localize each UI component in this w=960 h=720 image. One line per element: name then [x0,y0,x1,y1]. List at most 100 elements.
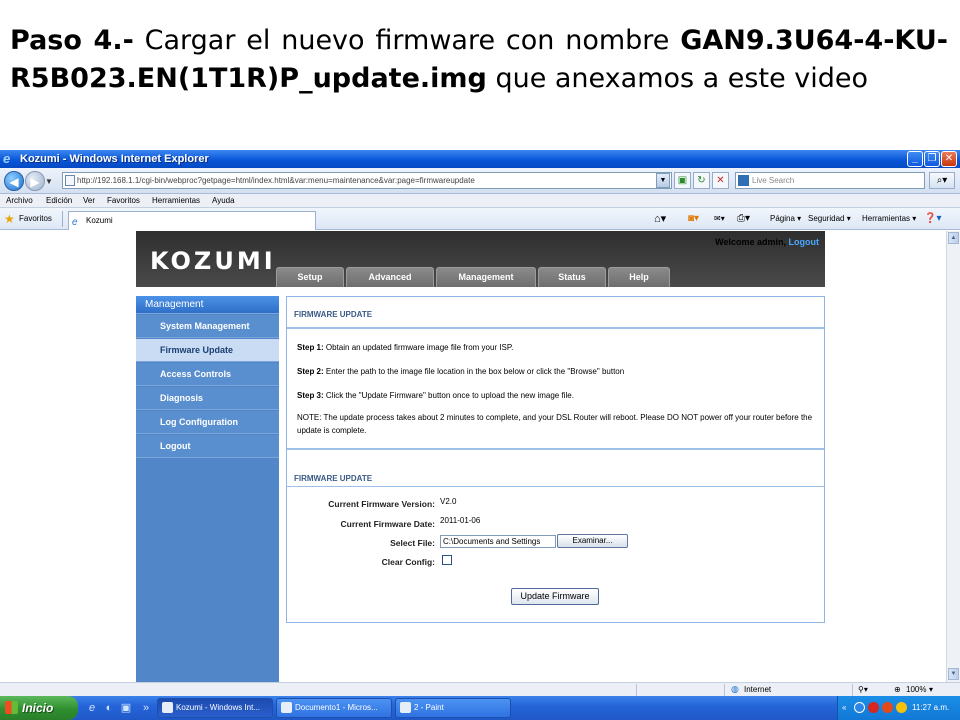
sidebar-item-access-controls[interactable]: Access Controls [136,363,279,386]
kozumi-logo: KOZUMI [150,247,276,275]
sidebar: Management System Management Firmware Up… [136,296,279,682]
zoom-level[interactable]: 100% [906,683,926,696]
scroll-up-icon[interactable]: ▲ [948,232,959,244]
clear-config-label: Clear Config: [381,557,435,567]
favorites-button[interactable]: Favoritos [19,208,52,230]
sidebar-item-firmware-update[interactable]: Firmware Update [136,339,279,362]
mail-icon[interactable]: ✉▾ [714,208,725,230]
security-tray-icon[interactable] [868,702,879,713]
desktop-quicklaunch-icon[interactable]: ▣ [118,700,134,716]
clock[interactable]: 11:27 a.m. [912,696,949,720]
start-label: Inicio [22,701,54,715]
task-paint[interactable]: 2 - Paint [395,698,511,718]
paint-task-icon [400,702,411,713]
minimize-button[interactable]: _ [907,151,923,167]
antivirus-tray-icon[interactable] [882,702,893,713]
forward-arrow-icon[interactable]: ▶ [25,171,45,191]
compatibility-icon[interactable]: ▣ [674,172,691,189]
update-firmware-button[interactable]: Update Firmware [511,588,599,605]
step-3: Step 3: Click the "Update Firmware" butt… [297,391,574,400]
menu-item-favoritos[interactable]: Favoritos [107,194,140,208]
browser-tab-kozumi[interactable]: e Kozumi [68,211,316,230]
refresh-icon[interactable]: ↻ [693,172,710,189]
menu-bar: Archivo Edición Ver Favoritos Herramient… [0,194,960,208]
router-header: KOZUMI Welcome admin, Logout Setup Advan… [136,231,825,287]
outlook-quicklaunch-icon[interactable]: ◐ [101,700,117,716]
search-placeholder: Live Search [752,176,795,185]
sidebar-item-logout[interactable]: Logout [136,435,279,458]
firmware-panel: FIRMWARE UPDATE Step 1: Obtain an update… [286,296,825,623]
clear-config-checkbox[interactable] [442,555,452,565]
url-text: http://192.168.1.1/cgi-bin/webproc?getpa… [77,176,475,185]
zoom-dropdown-icon[interactable]: ▾ [929,683,933,696]
tab-separator [62,211,63,227]
menu-item-edicion[interactable]: Edición [46,194,72,208]
taskbar: Inicio e ◐ ▣ » Kozumi - Windows Int... D… [0,696,960,720]
current-date-label: Current Firmware Date: [340,519,435,529]
favorites-star-icon[interactable]: ★ [4,208,15,230]
tab-label: Kozumi [86,216,113,225]
ie-logo-icon: e [3,151,11,166]
tab-setup[interactable]: Setup [276,267,344,287]
tab-help[interactable]: Help [608,267,670,287]
feeds-icon[interactable]: ◙▾ [688,208,699,230]
close-button[interactable]: ✕ [941,151,957,167]
browse-button[interactable]: Examinar... [557,534,628,548]
help-icon[interactable]: ❓▾ [924,208,941,230]
status-separator [724,684,725,696]
task-paint-label: 2 - Paint [414,703,444,712]
url-dropdown-icon[interactable]: ▼ [656,173,670,188]
sidebar-item-diagnosis[interactable]: Diagnosis [136,387,279,410]
tools-menu[interactable]: Herramientas ▾ [862,208,916,230]
internet-zone-icon: ◍ [731,684,739,694]
back-arrow-icon[interactable]: ◀ [4,171,24,191]
tray-expand-icon[interactable]: « [842,696,846,720]
menu-item-archivo[interactable]: Archivo [6,194,33,208]
print-icon[interactable]: ⎙▾ [737,208,750,230]
window-title: Kozumi - Windows Internet Explorer [20,153,209,165]
heading-step-label: Paso 4.- [10,25,134,56]
window-titlebar[interactable]: e Kozumi - Windows Internet Explorer _ ❐… [0,150,960,168]
logout-link[interactable]: Logout [789,237,820,247]
sidebar-item-log-configuration[interactable]: Log Configuration [136,411,279,434]
section-divider-2 [287,448,824,450]
tab-advanced[interactable]: Advanced [346,267,434,287]
page-menu[interactable]: Página ▾ [770,208,801,230]
maximize-button[interactable]: ❐ [924,151,940,167]
search-input[interactable]: Live Search [735,172,925,189]
ie-quicklaunch-icon[interactable]: e [84,700,100,716]
network-tray-icon[interactable] [854,702,865,713]
ie-window: e Kozumi - Windows Internet Explorer _ ❐… [0,150,960,720]
address-bar: ◀ ▶ ▼ http://192.168.1.1/cgi-bin/webproc… [0,168,960,194]
task-word-document[interactable]: Documento1 - Micros... [276,698,392,718]
menu-item-herramientas[interactable]: Herramientas [152,194,200,208]
tab-management[interactable]: Management [436,267,536,287]
zoom-icon[interactable]: ⊕ [894,683,901,696]
scroll-down-icon[interactable]: ▼ [948,668,959,680]
menu-item-ayuda[interactable]: Ayuda [212,194,235,208]
quicklaunch-more-icon[interactable]: » [138,700,154,716]
url-input[interactable]: http://192.168.1.1/cgi-bin/webproc?getpa… [62,172,672,189]
current-date-value: 2011-01-06 [440,516,481,525]
system-tray: « 11:27 a.m. [837,696,960,720]
task-kozumi-ie[interactable]: Kozumi - Windows Int... [157,698,273,718]
page-icon [65,175,75,186]
update-tray-icon[interactable] [896,702,907,713]
security-menu[interactable]: Seguridad ▾ [808,208,851,230]
menu-item-ver[interactable]: Ver [83,194,95,208]
history-dropdown-icon[interactable]: ▼ [45,177,53,186]
start-button[interactable]: Inicio [0,696,78,720]
vertical-scrollbar[interactable]: ▲ ▼ [946,231,960,682]
current-version-label: Current Firmware Version: [328,499,435,509]
task-kozumi-label: Kozumi - Windows Int... [176,703,261,712]
page-viewport: KOZUMI Welcome admin, Logout Setup Advan… [0,231,946,682]
section-title-firmware-update-2: FIRMWARE UPDATE [294,474,373,483]
search-icon[interactable]: ⌕▾ [929,172,955,189]
protected-mode-icon[interactable]: ⚲▾ [858,683,868,696]
stop-icon[interactable]: ✕ [712,172,729,189]
tab-status[interactable]: Status [538,267,606,287]
sidebar-item-system-management[interactable]: System Management [136,315,279,338]
router-page: KOZUMI Welcome admin, Logout Setup Advan… [136,231,825,682]
file-path-input[interactable]: C:\Documents and Settings [440,535,556,548]
home-icon[interactable]: ⌂▾ [654,208,666,230]
